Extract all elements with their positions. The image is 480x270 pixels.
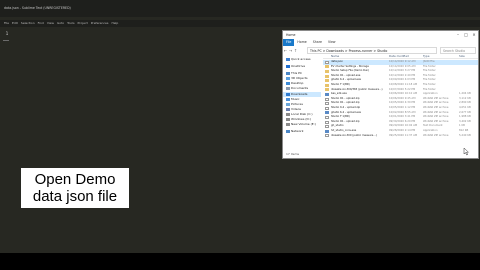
- menu-item[interactable]: Project: [78, 20, 88, 27]
- music-icon: [286, 97, 290, 101]
- screen: data.json - Sublime Text (UNREGISTERED) …: [0, 0, 480, 270]
- file-explorer-window: Home – □ × File Home Share View ← → ↑ This …: [282, 30, 479, 159]
- nav-item-label: Desktop: [291, 81, 304, 86]
- folder-icon: [325, 69, 329, 73]
- file-icon: [325, 102, 329, 106]
- file-icon: [325, 60, 329, 64]
- up-arrow-icon[interactable]: ↑: [293, 47, 298, 54]
- menu-item[interactable]: Selection: [21, 20, 35, 27]
- navigation-pane: Quick access OneDrive This PC 3D Objects Des…: [283, 57, 321, 149]
- star-icon: [286, 58, 290, 61]
- nav-item[interactable]: Quick access: [283, 57, 321, 62]
- ribbon-tabs: File Home Share View: [283, 39, 478, 46]
- network-icon: [286, 130, 290, 134]
- file-name: diswalle Ax-300 (public measure...): [331, 133, 377, 137]
- menu-item[interactable]: Preferences: [91, 20, 109, 27]
- pictures-icon: [286, 102, 290, 106]
- caption-line-1: Open Demo: [34, 171, 116, 188]
- nav-item-label: Pictures: [291, 101, 303, 106]
- close-button[interactable]: ×: [471, 32, 477, 38]
- file-icon: [325, 120, 329, 124]
- menu-item[interactable]: Goto: [57, 20, 64, 27]
- menu-item[interactable]: Help: [111, 20, 118, 27]
- editor-menu-bar: File Edit Selection Find View Goto Tools Projec…: [0, 20, 480, 27]
- file-type: WinRAR ZIP archive: [423, 133, 449, 137]
- file-icon: [325, 106, 329, 110]
- file-rows: data.json 10/14/2020 9:12 AM JSON File EV c…: [323, 60, 478, 138]
- menu-item[interactable]: Tools: [67, 20, 74, 27]
- drive-icon: [286, 118, 290, 122]
- cloud-icon: [286, 65, 290, 69]
- folder-icon: [325, 79, 329, 83]
- maximize-button[interactable]: □: [463, 32, 469, 38]
- ribbon-tab[interactable]: Share: [310, 39, 325, 46]
- explorer-title-bar: Home – □ ×: [283, 31, 478, 39]
- caption-line-2: data json file: [32, 188, 118, 205]
- file-icon: [325, 134, 329, 138]
- editor-title-bar: data.json - Sublime Text (UNREGISTERED): [0, 0, 480, 17]
- caption-box: Open Demo data json file: [21, 168, 129, 208]
- cube-icon: [286, 77, 290, 81]
- file-size: 5,240 KB: [459, 133, 471, 137]
- column-header-date[interactable]: Date modified: [389, 53, 409, 59]
- nav-item[interactable]: New Volume (E:): [283, 122, 321, 127]
- nav-item-label: OneDrive: [291, 64, 306, 69]
- menu-item[interactable]: Edit: [12, 20, 18, 27]
- file-row[interactable]: diswalle Ax-300 (public measure...) 09/25…: [323, 134, 478, 139]
- menu-item[interactable]: View: [47, 20, 54, 27]
- nav-item-label: New Volume (E:): [291, 122, 316, 127]
- folder-icon: [325, 88, 329, 92]
- file-icon: [325, 97, 329, 101]
- file-date: 09/25/2020 11:37 AM: [389, 133, 418, 137]
- minimize-button[interactable]: –: [455, 32, 461, 38]
- nav-item-label: Local Disk (C:): [291, 111, 313, 116]
- column-headers: Name Date modified Type Size: [323, 53, 478, 59]
- nav-item-label: Videos: [291, 106, 301, 111]
- nav-item-label: Windows (D:): [291, 117, 312, 122]
- ribbon-tab[interactable]: View: [325, 39, 339, 46]
- drive-icon: [286, 112, 290, 116]
- nav-item[interactable]: OneDrive: [283, 64, 321, 69]
- nav-item[interactable]: Network: [283, 129, 321, 134]
- computer-icon: [286, 72, 290, 76]
- editor-text-line: [3, 40, 9, 41]
- column-header-type[interactable]: Type: [423, 53, 429, 59]
- video-icon: [286, 107, 290, 111]
- file-icon: [325, 115, 329, 119]
- file-icon: [325, 125, 329, 129]
- explorer-title: Home: [286, 33, 296, 37]
- application-icon: [325, 92, 329, 96]
- desktop-icon: [286, 82, 290, 86]
- column-header-size[interactable]: Size: [459, 53, 465, 59]
- nav-item-label: Downloads: [291, 91, 308, 96]
- file-list: Name Date modified Type Size data.json 10…: [323, 53, 478, 153]
- nav-item-label: 3D Objects: [291, 76, 308, 81]
- folder-icon: [325, 74, 329, 78]
- drive-icon: [286, 123, 290, 127]
- menu-item[interactable]: File: [4, 20, 9, 27]
- bottom-bar: [0, 253, 480, 270]
- folder-icon: [325, 83, 329, 87]
- nav-item-label: Music: [291, 96, 300, 101]
- ribbon-tab[interactable]: Home: [294, 39, 309, 46]
- folder-icon: [325, 65, 329, 69]
- column-header-name[interactable]: Name: [331, 53, 339, 59]
- mouse-cursor-icon: [463, 148, 469, 156]
- application-icon: [325, 111, 329, 115]
- download-icon: [286, 92, 290, 96]
- nav-item-label: Documents: [291, 86, 309, 91]
- menu-item[interactable]: Find: [38, 20, 44, 27]
- line-number: 1: [5, 31, 9, 36]
- nav-item-label: Quick access: [291, 57, 311, 61]
- documents-icon: [286, 87, 290, 91]
- application-icon: [325, 129, 329, 133]
- ribbon-tab[interactable]: File: [283, 39, 295, 46]
- nav-item-label: This PC: [291, 71, 302, 76]
- nav-item-label: Network: [291, 129, 304, 134]
- item-count: 17 items: [286, 152, 300, 156]
